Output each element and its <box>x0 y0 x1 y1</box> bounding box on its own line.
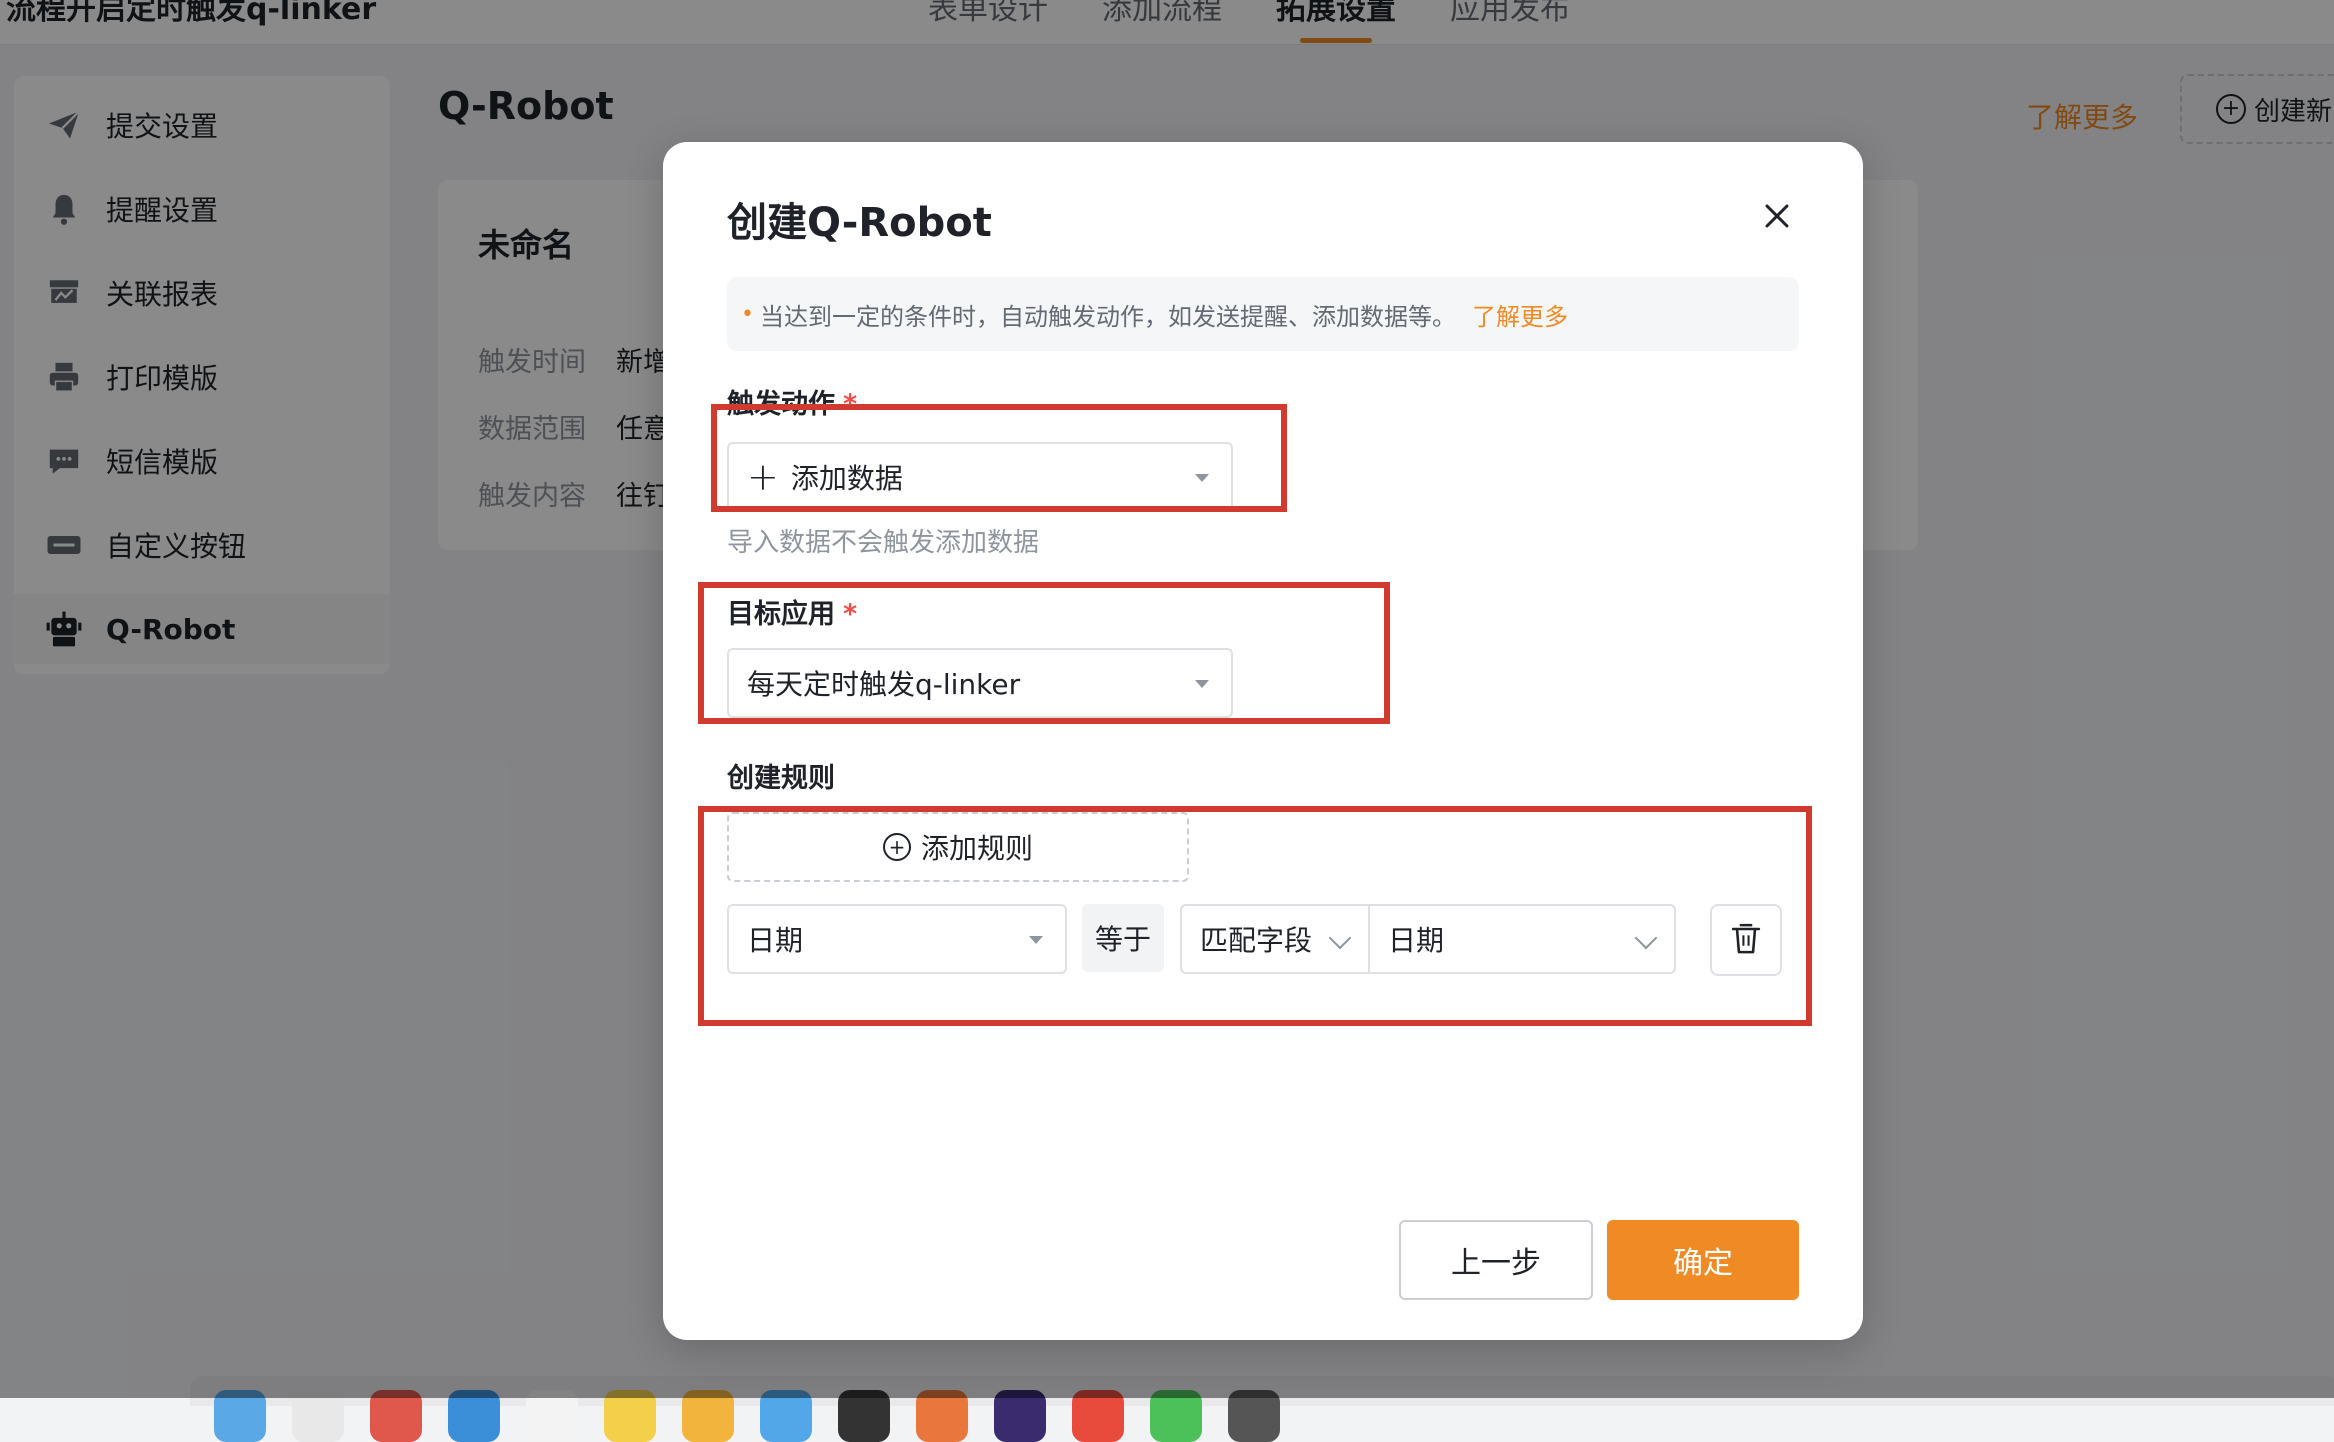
create-q-robot-dialog: 创建Q-Robot • 当达到一定的条件时，自动触发动作，如发送提醒、添加数据等… <box>663 142 1863 1340</box>
notice-learn-more-link[interactable]: 了解更多 <box>1472 297 1568 332</box>
target-app-select[interactable]: 每天定时触发q-linker <box>727 648 1233 718</box>
trigger-action-select[interactable]: + 添加数据 <box>727 442 1233 512</box>
target-app-label: 目标应用 * <box>727 592 857 631</box>
rule-operator: 等于 <box>1082 904 1164 972</box>
rule-match-type-select[interactable]: 匹配字段 <box>1180 904 1370 974</box>
plus-circle-icon: + <box>882 833 911 861</box>
previous-step-button[interactable]: 上一步 <box>1399 1220 1593 1300</box>
selected-value: 日期 <box>1388 924 1445 957</box>
selected-value: 日期 <box>747 924 804 957</box>
trash-icon <box>1730 920 1762 960</box>
add-rule-button[interactable]: + 添加规则 <box>727 812 1189 882</box>
chevron-down-icon <box>1634 926 1658 950</box>
selected-value: 匹配字段 <box>1200 924 1313 957</box>
rule-match-value-select[interactable]: 日期 <box>1368 904 1676 974</box>
caret-down-icon <box>1195 474 1209 482</box>
notice-text: 当达到一定的条件时，自动触发动作，如发送提醒、添加数据等。 <box>759 302 1456 331</box>
chevron-down-icon <box>1328 926 1352 950</box>
create-rules-label: 创建规则 <box>727 763 835 794</box>
required-mark: * <box>843 599 858 630</box>
bullet-dot-icon: • <box>741 301 754 327</box>
required-mark: * <box>843 389 858 420</box>
info-notice: • 当达到一定的条件时，自动触发动作，如发送提醒、添加数据等。 了解更多 <box>727 277 1799 351</box>
close-icon[interactable] <box>1755 194 1799 238</box>
selected-value: 添加数据 <box>790 462 903 495</box>
field-label: 触发动作 <box>727 389 835 420</box>
caret-down-icon <box>1029 936 1043 944</box>
plus-icon: + <box>747 455 779 499</box>
delete-rule-button[interactable] <box>1710 904 1782 976</box>
dialog-title: 创建Q-Robot <box>727 200 992 246</box>
confirm-button[interactable]: 确定 <box>1607 1220 1799 1300</box>
selected-value: 每天定时触发q-linker <box>747 668 1021 701</box>
trigger-action-label: 触发动作 * <box>727 382 857 421</box>
add-rule-label: 添加规则 <box>920 832 1033 865</box>
trigger-action-hint: 导入数据不会触发添加数据 <box>727 528 1040 558</box>
caret-down-icon <box>1195 680 1209 688</box>
rule-field-select[interactable]: 日期 <box>727 904 1067 974</box>
field-label: 目标应用 <box>727 599 835 630</box>
